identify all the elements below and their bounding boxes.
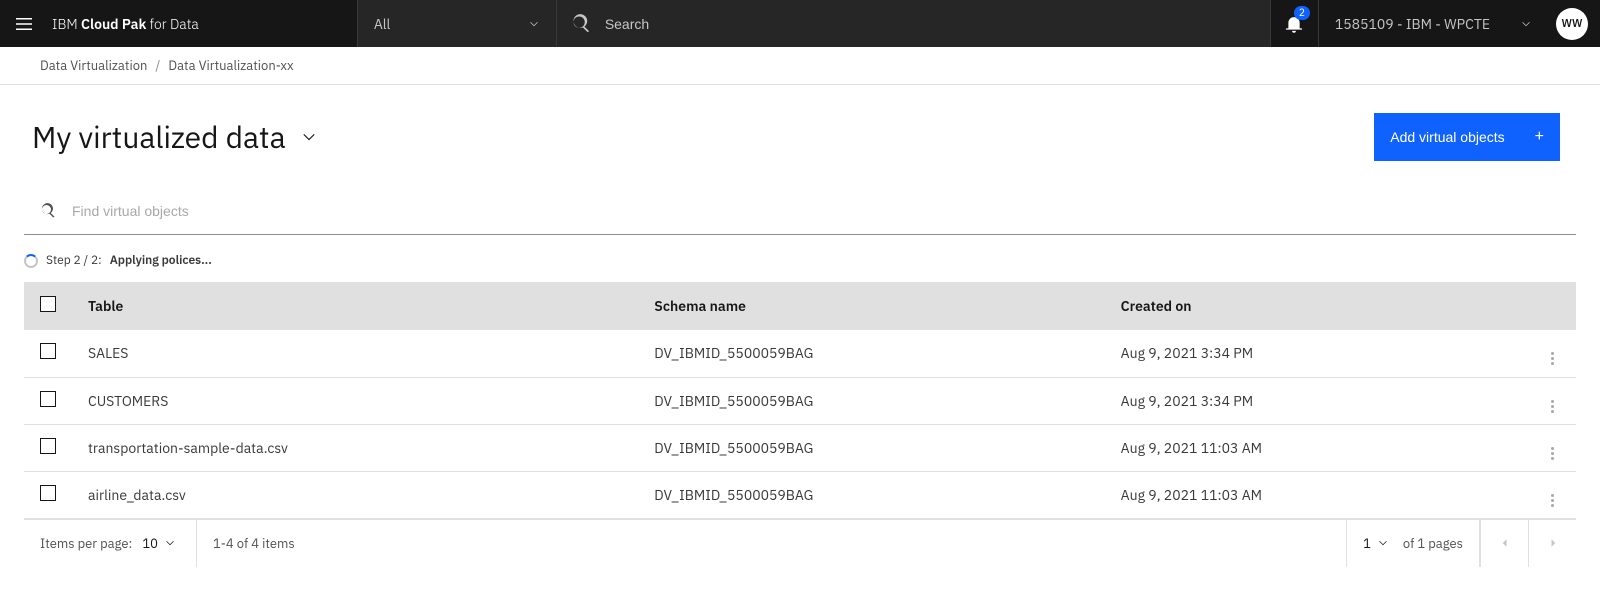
page-title-text: My virtualized data bbox=[32, 118, 286, 157]
row-checkbox[interactable] bbox=[40, 485, 56, 501]
scope-filter-label: All bbox=[374, 15, 391, 33]
status-message: Applying polices... bbox=[110, 253, 212, 268]
cell-schema: DV_IBMID_5500059BAG bbox=[638, 377, 1104, 424]
row-actions-menu[interactable] bbox=[1551, 494, 1554, 507]
page-title-dropdown[interactable]: My virtualized data bbox=[32, 118, 318, 157]
table-row[interactable]: airline_data.csvDV_IBMID_5500059BAGAug 9… bbox=[24, 471, 1576, 518]
row-actions-menu[interactable] bbox=[1551, 447, 1554, 460]
cell-table: transportation-sample-data.csv bbox=[72, 424, 638, 471]
spinner-icon bbox=[24, 254, 38, 268]
chevron-down-icon bbox=[164, 537, 176, 549]
scope-filter-dropdown[interactable]: All bbox=[357, 0, 557, 47]
add-button-label: Add virtual objects bbox=[1390, 129, 1504, 145]
menu-button[interactable] bbox=[0, 0, 48, 47]
global-header: IBM Cloud Pak for Data All 2 1585109 - I… bbox=[0, 0, 1600, 47]
notifications-button[interactable]: 2 bbox=[1270, 0, 1318, 47]
cell-created: Aug 9, 2021 11:03 AM bbox=[1105, 471, 1528, 518]
breadcrumb-item-1[interactable]: Data Virtualization-xx bbox=[168, 57, 293, 74]
col-table[interactable]: Table bbox=[72, 282, 638, 330]
chevron-down-icon bbox=[1520, 18, 1532, 30]
row-actions-menu[interactable] bbox=[1551, 352, 1554, 365]
account-switcher[interactable]: 1585109 - IBM - WPCTE bbox=[1318, 0, 1548, 47]
user-avatar[interactable]: WW bbox=[1556, 8, 1588, 40]
global-search-input[interactable] bbox=[605, 16, 1256, 32]
notification-badge: 2 bbox=[1294, 6, 1310, 20]
next-page-button[interactable] bbox=[1528, 519, 1576, 567]
cell-table: SALES bbox=[72, 330, 638, 377]
col-created[interactable]: Created on bbox=[1105, 282, 1528, 330]
page-value: 1 bbox=[1363, 535, 1371, 552]
breadcrumb-item-0[interactable]: Data Virtualization bbox=[40, 57, 147, 74]
row-checkbox[interactable] bbox=[40, 391, 56, 407]
account-label: 1585109 - IBM - WPCTE bbox=[1335, 15, 1490, 33]
table-row[interactable]: CUSTOMERSDV_IBMID_5500059BAGAug 9, 2021 … bbox=[24, 377, 1576, 424]
of-pages-label: of 1 pages bbox=[1403, 535, 1463, 552]
chevron-down-icon bbox=[528, 18, 540, 30]
prev-page-button[interactable] bbox=[1480, 519, 1528, 567]
status-row: Step 2 / 2: Applying polices... bbox=[0, 235, 1600, 282]
table-row[interactable]: SALESDV_IBMID_5500059BAGAug 9, 2021 3:34… bbox=[24, 330, 1576, 377]
cell-table: airline_data.csv bbox=[72, 471, 638, 518]
items-per-page-label: Items per page: bbox=[40, 535, 132, 552]
find-bar[interactable] bbox=[24, 187, 1576, 235]
chevron-down-icon bbox=[1377, 537, 1389, 549]
brand-label: IBM Cloud Pak for Data bbox=[48, 15, 207, 33]
table-header-row: Table Schema name Created on bbox=[24, 282, 1576, 330]
pagination-bar: Items per page: 10 1-4 of 4 items 1 of 1… bbox=[24, 519, 1576, 567]
breadcrumb-separator: / bbox=[155, 57, 160, 74]
page-select[interactable]: 1 of 1 pages bbox=[1346, 520, 1480, 567]
caret-left-icon bbox=[1499, 537, 1511, 549]
add-virtual-objects-button[interactable]: Add virtual objects + bbox=[1374, 113, 1560, 161]
brand-prefix: IBM bbox=[52, 15, 81, 33]
cell-table: CUSTOMERS bbox=[72, 377, 638, 424]
global-search[interactable] bbox=[557, 0, 1270, 47]
cell-created: Aug 9, 2021 3:34 PM bbox=[1105, 377, 1528, 424]
row-actions-menu[interactable] bbox=[1551, 400, 1554, 413]
row-checkbox[interactable] bbox=[40, 343, 56, 359]
hamburger-icon bbox=[14, 14, 34, 34]
plus-icon: + bbox=[1535, 128, 1544, 146]
virtual-objects-table: Table Schema name Created on SALESDV_IBM… bbox=[24, 282, 1576, 519]
search-icon bbox=[571, 14, 591, 34]
cell-created: Aug 9, 2021 11:03 AM bbox=[1105, 424, 1528, 471]
page-header: My virtualized data Add virtual objects … bbox=[0, 85, 1600, 187]
brand-bold: Cloud Pak bbox=[81, 15, 146, 33]
status-step: Step 2 / 2: bbox=[46, 253, 102, 268]
row-checkbox[interactable] bbox=[40, 438, 56, 454]
brand-suffix: for Data bbox=[146, 15, 198, 33]
items-per-page-value: 10 bbox=[142, 535, 158, 552]
cell-schema: DV_IBMID_5500059BAG bbox=[638, 424, 1104, 471]
caret-right-icon bbox=[1547, 537, 1559, 549]
breadcrumb: Data Virtualization / Data Virtualizatio… bbox=[0, 47, 1600, 85]
table-row[interactable]: transportation-sample-data.csvDV_IBMID_5… bbox=[24, 424, 1576, 471]
search-icon bbox=[40, 203, 56, 219]
cell-created: Aug 9, 2021 3:34 PM bbox=[1105, 330, 1528, 377]
cell-schema: DV_IBMID_5500059BAG bbox=[638, 330, 1104, 377]
range-text: 1-4 of 4 items bbox=[197, 520, 311, 567]
select-all-checkbox[interactable] bbox=[40, 296, 56, 312]
items-per-page[interactable]: Items per page: 10 bbox=[24, 520, 197, 567]
cell-schema: DV_IBMID_5500059BAG bbox=[638, 471, 1104, 518]
col-schema[interactable]: Schema name bbox=[638, 282, 1104, 330]
chevron-down-icon bbox=[300, 128, 318, 146]
find-input[interactable] bbox=[72, 203, 1560, 219]
items-per-page-select[interactable]: 10 bbox=[142, 535, 180, 552]
